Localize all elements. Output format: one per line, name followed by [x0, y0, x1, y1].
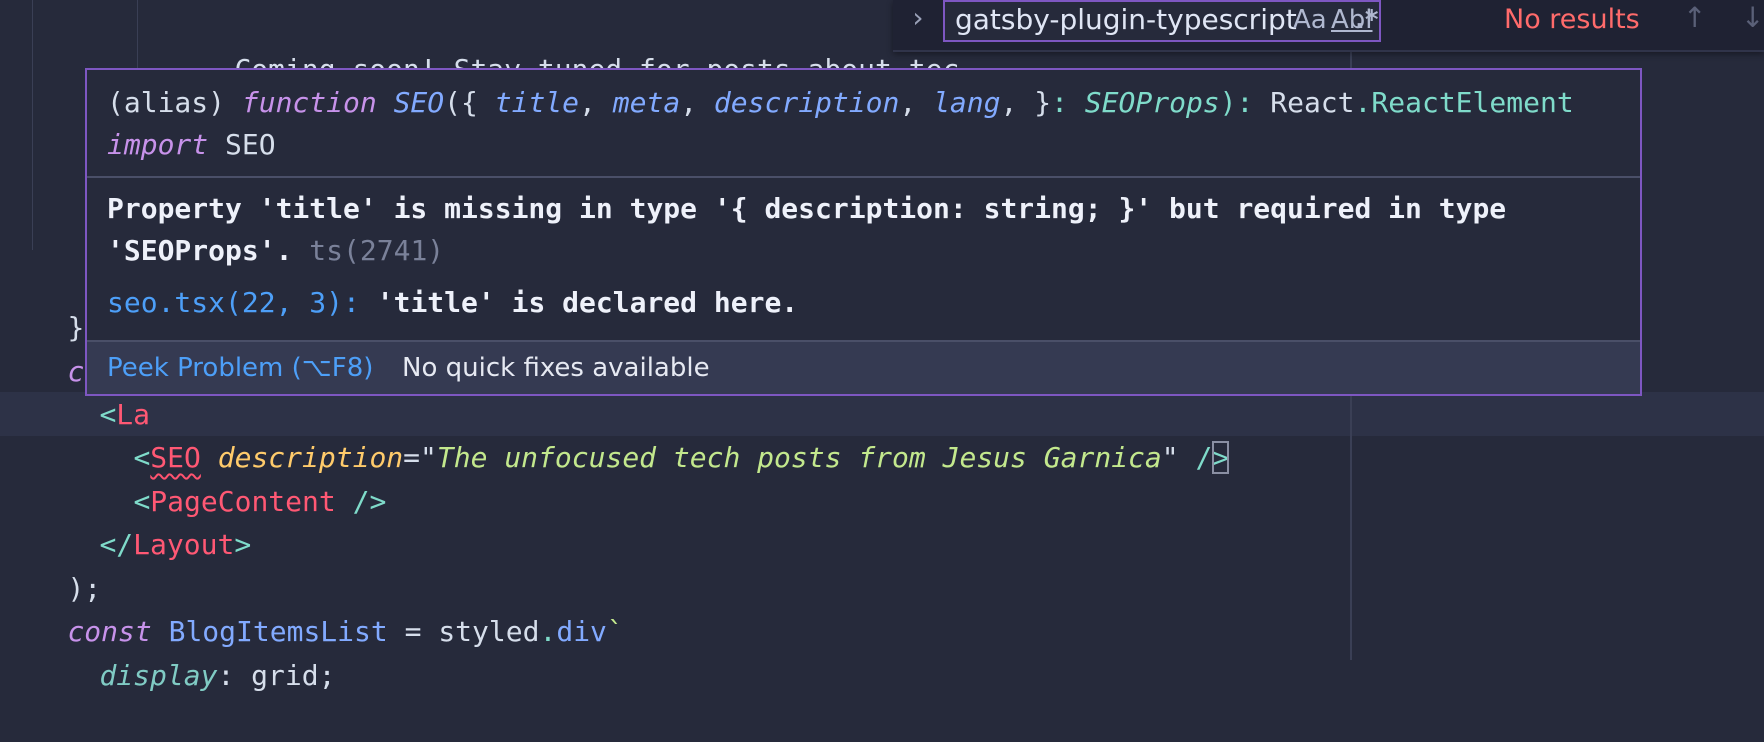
punctuation: , } — [1000, 86, 1052, 119]
related-location-link[interactable]: seo.tsx(22, 3): — [107, 286, 360, 319]
find-status: No results — [1504, 4, 1640, 35]
punctuation: = — [403, 441, 421, 474]
type-signature: (alias) function SEO({ title, meta, desc… — [107, 82, 1574, 166]
find-input-value[interactable]: gatsby-plugin-typescript — [955, 2, 1297, 38]
next-match-arrow-icon[interactable]: ↓ — [1741, 0, 1764, 36]
punctuation: " — [1161, 441, 1179, 474]
code-line: const BlogItemsList = styled.div` — [0, 566, 623, 648]
identifier: styled — [438, 615, 540, 648]
punctuation: " — [420, 441, 437, 474]
error-code: ts(2741) — [309, 234, 445, 267]
toggle-replace-chevron-icon[interactable]: › — [903, 0, 933, 40]
punctuation: . — [1354, 86, 1372, 119]
code-line: Coming soon! Stay tuned for posts about … — [167, 4, 959, 86]
hover-tooltip: (alias) function SEO({ title, meta, desc… — [85, 68, 1642, 396]
punctuation: ): — [1219, 86, 1271, 119]
keyword: function — [241, 86, 377, 119]
param: lang — [933, 86, 1001, 119]
error-text: 'SEOProps'. — [107, 234, 310, 267]
param: title — [494, 86, 580, 119]
peek-problem-link[interactable]: Peek Problem (⌥F8) — [107, 342, 373, 394]
jsx-bracket: /> — [335, 485, 387, 518]
css-property: display — [99, 659, 218, 692]
import-name: SEO — [208, 128, 276, 161]
punctuation: ; — [318, 659, 336, 692]
alias-label: (alias) — [107, 86, 242, 119]
code-line: display: grid; — [32, 610, 335, 692]
related-info: seo.tsx(22, 3): 'title' is declared here… — [107, 282, 798, 324]
param: description — [713, 86, 900, 119]
template-literal: ` — [606, 615, 624, 648]
find-input[interactable]: gatsby-plugin-typescript Aa Abl .* — [943, 0, 1381, 42]
function-name: SEO — [393, 86, 445, 119]
jsx-bracket: </ — [99, 528, 134, 561]
identifier: div — [556, 615, 607, 648]
code-line: </Layout> — [32, 479, 251, 561]
code-line: <PageContent /> — [66, 436, 386, 518]
jsx-bracket: / — [1178, 441, 1213, 474]
punctuation: : — [1051, 86, 1085, 119]
punctuation: , — [680, 86, 714, 119]
type-name: SEOProps — [1084, 86, 1220, 119]
keyword: import — [107, 128, 209, 161]
type-name: ReactElement — [1371, 86, 1574, 119]
jsx-tag: Layout — [133, 528, 235, 561]
code-line-seo: <SEO description="The unfocused tech pos… — [66, 392, 1230, 474]
punctuation: , — [579, 86, 613, 119]
divider — [87, 176, 1640, 178]
error-text: Property 'title' is missing in type '{ d… — [107, 192, 1507, 225]
related-text: 'title' is declared here. — [359, 286, 799, 319]
code-line: } — [0, 262, 84, 344]
match-case-icon[interactable]: Aa — [1293, 2, 1327, 38]
hover-status-bar: Peek Problem (⌥F8) No quick fixes availa… — [87, 342, 1640, 394]
previous-match-arrow-icon[interactable]: ↑ — [1683, 0, 1706, 36]
punctuation: = — [387, 615, 439, 648]
find-widget: › gatsby-plugin-typescript Aa Abl .* No … — [893, 0, 1764, 52]
namespace: React — [1270, 86, 1355, 119]
bracket-match: > — [1212, 441, 1230, 474]
punctuation: . — [539, 615, 557, 648]
punctuation: , — [899, 86, 934, 119]
string-literal: The unfocused tech posts from Jesus Garn… — [436, 441, 1162, 474]
jsx-bracket: > — [234, 528, 252, 561]
no-quick-fixes-label: No quick fixes available — [402, 353, 710, 383]
punctuation: : — [217, 659, 252, 692]
param: meta — [612, 86, 681, 119]
error-message: Property 'title' is missing in type '{ d… — [107, 188, 1506, 272]
code-line: ); — [0, 523, 101, 605]
indent-guide — [32, 0, 33, 250]
regex-icon[interactable]: .* — [1355, 2, 1378, 38]
punctuation: ({ — [444, 86, 495, 119]
css-value: grid — [251, 659, 319, 692]
